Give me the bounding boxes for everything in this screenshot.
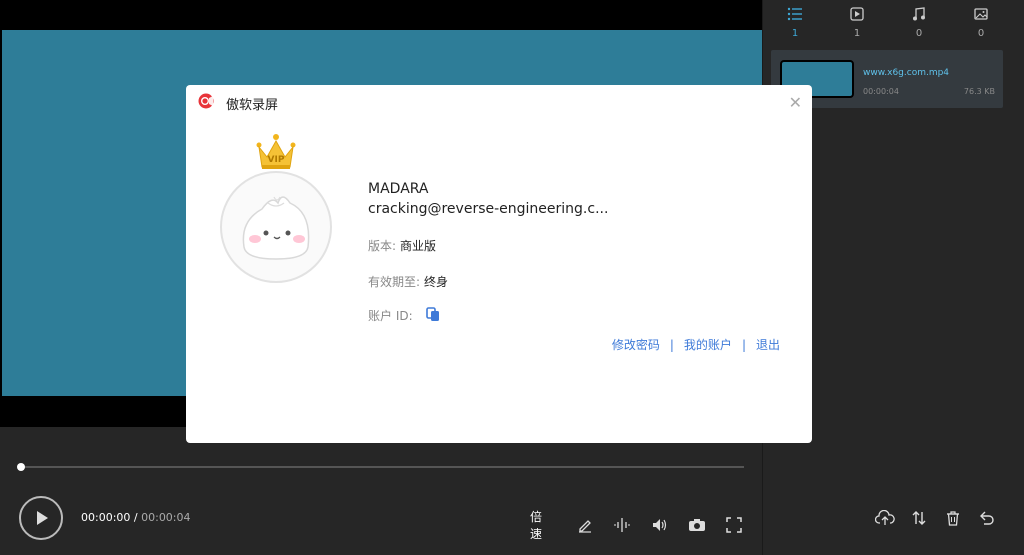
user-email: cracking@reverse-engineering.c... xyxy=(368,201,609,217)
time-duration: 00:00:04 xyxy=(141,511,191,524)
close-icon[interactable]: ✕ xyxy=(789,93,802,112)
vip-badge-text: VIP xyxy=(268,155,285,165)
change-password-link[interactable]: 修改密码 xyxy=(612,336,660,353)
progress-knob[interactable] xyxy=(17,463,25,471)
file-duration: 00:00:04 xyxy=(863,87,899,96)
account-id-label: 账户 ID: xyxy=(368,309,413,323)
expiry-value: 终身 xyxy=(424,275,449,289)
music-icon xyxy=(913,7,925,21)
media-tabs: 1 1 0 0 xyxy=(763,0,1024,44)
file-name: www.x6g.com.mp4 xyxy=(863,68,950,78)
tab-music-count: 0 xyxy=(915,28,923,39)
time-separator: / xyxy=(130,511,142,524)
play-icon xyxy=(37,511,48,525)
avatar[interactable] xyxy=(220,171,332,283)
app-logo-icon xyxy=(198,93,214,109)
edit-icon[interactable] xyxy=(575,515,594,535)
link-separator: | xyxy=(741,337,746,352)
account-dialog: 傲软录屏 ✕ VIP MADARA cracking@reverse-engin… xyxy=(186,85,812,443)
tab-all[interactable]: 1 xyxy=(775,6,815,39)
camera-icon[interactable] xyxy=(687,515,706,535)
tab-image-count: 0 xyxy=(977,28,985,39)
account-id-row: 账户 ID: xyxy=(368,307,413,324)
logout-link[interactable]: 退出 xyxy=(756,336,780,353)
sidebar-actions xyxy=(875,508,1011,528)
control-icons: 倍速 xyxy=(530,508,762,542)
progress-bar[interactable] xyxy=(17,463,744,471)
trash-icon[interactable] xyxy=(943,508,963,528)
speed-button[interactable]: 倍速 xyxy=(530,508,553,542)
play-button[interactable] xyxy=(19,496,63,540)
file-size: 76.3 KB xyxy=(963,87,995,96)
my-account-link[interactable]: 我的账户 xyxy=(684,336,732,353)
list-icon xyxy=(787,7,802,21)
tab-music[interactable]: 0 xyxy=(899,6,939,39)
version-row: 版本: 商业版 xyxy=(368,237,436,254)
expiry-label: 有效期至: xyxy=(368,275,421,289)
video-icon xyxy=(850,7,864,21)
player-controls: 00:00:00 / 00:00:04 倍速 xyxy=(0,494,762,542)
image-icon xyxy=(974,8,988,20)
account-links: 修改密码 | 我的账户 | 退出 xyxy=(612,336,780,353)
tab-image[interactable]: 0 xyxy=(961,6,1001,39)
version-label: 版本: xyxy=(368,239,397,253)
split-icon[interactable] xyxy=(613,515,632,535)
link-separator: | xyxy=(669,337,674,352)
version-value: 商业版 xyxy=(400,239,437,253)
username: MADARA xyxy=(368,181,429,197)
sort-icon[interactable] xyxy=(909,508,929,528)
upload-icon[interactable] xyxy=(875,508,895,528)
tab-video[interactable]: 1 xyxy=(837,6,877,39)
undo-icon[interactable] xyxy=(977,508,997,528)
copy-icon[interactable] xyxy=(426,307,440,322)
tab-all-count: 1 xyxy=(791,28,799,39)
expiry-row: 有效期至: 终身 xyxy=(368,273,448,290)
dialog-title: 傲软录屏 xyxy=(226,98,279,113)
crown-icon: VIP xyxy=(256,134,296,169)
fullscreen-icon[interactable] xyxy=(725,515,744,535)
app-window: 00:00:00 / 00:00:04 倍速 1 1 0 0 www.x6g.c… xyxy=(0,0,1024,555)
time-display: 00:00:00 / 00:00:04 xyxy=(81,511,191,524)
volume-icon[interactable] xyxy=(650,515,669,535)
tab-video-count: 1 xyxy=(853,28,861,39)
time-current: 00:00:00 xyxy=(81,511,131,524)
bun-mascot-icon xyxy=(242,196,310,260)
